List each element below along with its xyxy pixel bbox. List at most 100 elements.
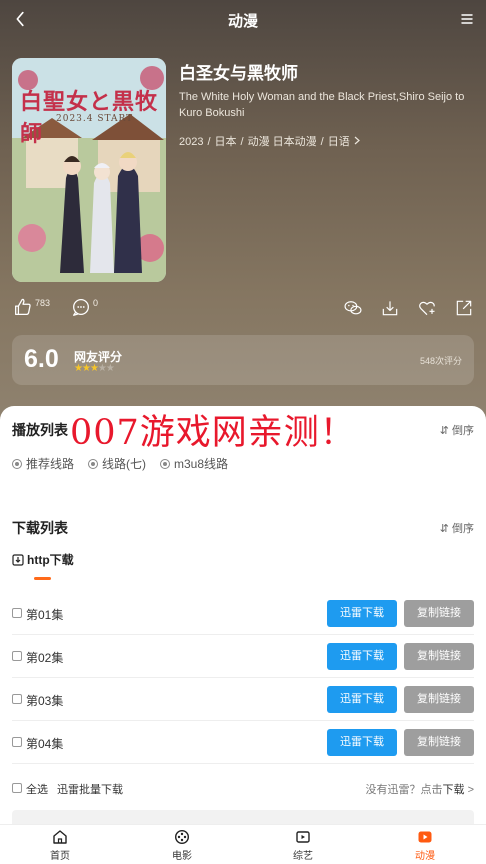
playback-lines: 推荐线路 线路(七) m3u8线路 (12, 455, 228, 472)
play-circle-icon (88, 458, 99, 469)
sort-icon: ⇵ (439, 523, 449, 535)
share-actions (343, 298, 474, 318)
share-icon[interactable] (454, 298, 474, 318)
get-xunlei-prefix: 没有迅雷？点击 (365, 784, 443, 796)
episode-row: 第04集 迅雷下载 复制链接 (12, 721, 474, 764)
anime-meta[interactable]: 2023/日本 / 动漫 日本动漫 / 日语 (179, 133, 361, 149)
episode-checkbox[interactable] (12, 694, 22, 704)
home-icon (53, 830, 67, 844)
social-actions: 783 0 (12, 296, 98, 318)
tv-icon (296, 831, 310, 843)
comment-count: 0 (93, 298, 99, 308)
tab-http-label: http下载 (27, 553, 74, 567)
episode-checkbox[interactable] (12, 608, 22, 618)
xunlei-download-button[interactable]: 迅雷下载 (327, 686, 397, 713)
download-box-icon (12, 553, 24, 566)
comment-icon (73, 299, 90, 316)
comment-button[interactable]: 0 (70, 296, 98, 318)
meta-separator: / (320, 136, 324, 148)
copy-link-button[interactable]: 复制链接 (404, 686, 474, 713)
anime-title: 白圣女与黑牧师 (179, 64, 298, 83)
xunlei-download-button[interactable]: 迅雷下载 (327, 729, 397, 756)
episode-name: 第03集 (26, 694, 64, 708)
select-all-checkbox[interactable] (12, 783, 22, 793)
playlist-title: 播放列表 (12, 422, 68, 438)
copy-link-button[interactable]: 复制链接 (404, 643, 474, 670)
get-xunlei-arrow: > (467, 784, 474, 796)
nav-item-home[interactable]: 首页 (30, 829, 90, 862)
thumbs-up-icon (15, 298, 31, 315)
star-filled-icon: ★ (81, 363, 91, 374)
download-sort-label: 倒序 (452, 523, 474, 535)
xunlei-download-button[interactable]: 迅雷下载 (327, 600, 397, 627)
poster-date: 2023.4 START (56, 114, 134, 124)
top-bar: 动漫 (0, 0, 486, 38)
play-icon (418, 831, 432, 843)
episode-checkbox[interactable] (12, 737, 22, 747)
chevron-right-icon (354, 136, 360, 145)
nav-label: 动漫 (415, 851, 435, 862)
tab-http-download[interactable]: http下载 (12, 551, 74, 568)
meta-category: 动漫 日本动漫 (247, 136, 317, 148)
download-icon[interactable] (380, 298, 400, 318)
meta-separator: / (207, 136, 211, 148)
detail-header: 动漫 白聖女と黒牧師 2023.4 START 白圣女与黑牧师 The Whit… (0, 0, 486, 420)
nav-item-variety[interactable]: 综艺 (273, 829, 333, 862)
line-tab[interactable]: 线路(七) (88, 455, 146, 472)
page-title: 动漫 (227, 13, 258, 30)
line-tab-label: m3u8线路 (174, 457, 229, 471)
poster-image[interactable]: 白聖女と黒牧師 2023.4 START (12, 58, 166, 282)
download-sort-button[interactable]: ⇵ 倒序 (440, 520, 474, 536)
episode-name: 第01集 (26, 608, 64, 622)
episode-row: 第02集 迅雷下载 复制链接 (12, 635, 474, 678)
meta-region: 日本 (214, 136, 237, 148)
nav-item-movies[interactable]: 电影 (152, 829, 212, 862)
play-circle-icon (160, 458, 171, 469)
rating-score: 6.0 (24, 345, 59, 373)
episode-checkbox[interactable] (12, 651, 22, 661)
copy-link-button[interactable]: 复制链接 (404, 600, 474, 627)
nav-item-anime[interactable]: 动漫 (395, 829, 455, 862)
bulk-xunlei-download[interactable]: 迅雷批量下载 (57, 781, 123, 797)
bulk-actions: 全选 迅雷批量下载 没有迅雷？点击下载 > (12, 780, 474, 798)
play-circle-icon (12, 458, 22, 469)
playlist-sort-button[interactable]: ⇵ 倒序 (440, 422, 474, 438)
watermark-text: 007游戏网亲测！ (70, 413, 356, 453)
get-xunlei-link[interactable]: 没有迅雷？点击下载 > (366, 781, 475, 797)
meta-year: 2023 (179, 136, 204, 148)
episode-name: 第04集 (26, 737, 64, 751)
nav-label: 首页 (50, 851, 70, 862)
line-tab-label: 线路(七) (102, 457, 147, 471)
rating-stars: ★★★★★ (74, 363, 115, 374)
episode-name: 第02集 (26, 651, 64, 665)
bottom-navigation: 首页 电影 综艺 动漫 (0, 824, 486, 864)
favorite-add-icon[interactable] (417, 298, 437, 318)
meta-separator: / (240, 136, 244, 148)
star-empty-icon: ★ (97, 363, 107, 374)
download-list-title: 下载列表 (12, 520, 68, 536)
active-tab-indicator (34, 577, 51, 580)
wechat-icon[interactable] (343, 298, 363, 318)
episode-row: 第01集 迅雷下载 复制链接 (12, 592, 474, 635)
playlist-sort-label: 倒序 (452, 425, 474, 437)
select-all-label[interactable]: 全选 (26, 781, 48, 797)
episode-row: 第03集 迅雷下载 复制链接 (12, 678, 474, 721)
get-xunlei-download: 下载 (442, 784, 465, 796)
anime-english-title: The White Holy Woman and the Black Pries… (179, 91, 465, 119)
rating-count: 548次评分 (419, 356, 462, 366)
nav-label: 电影 (172, 851, 192, 862)
copy-link-button[interactable]: 复制链接 (404, 729, 474, 756)
line-tab-label: 推荐线路 (26, 457, 75, 471)
nav-label: 综艺 (293, 851, 313, 862)
xunlei-download-button[interactable]: 迅雷下载 (327, 643, 397, 670)
line-tab[interactable]: 推荐线路 (12, 455, 74, 472)
like-count: 783 (35, 298, 51, 308)
star-filled-icon: ★ (89, 363, 99, 374)
star-filled-icon: ★ (74, 363, 83, 374)
star-empty-icon: ★ (105, 363, 115, 374)
line-tab[interactable]: m3u8线路 (160, 455, 228, 472)
like-button[interactable]: 783 (12, 296, 50, 318)
rating-panel[interactable]: 6.0 网友评分 ★★★★★ 548次评分 (12, 335, 474, 385)
film-reel-icon (174, 829, 190, 845)
menu-icon[interactable] (460, 12, 474, 26)
